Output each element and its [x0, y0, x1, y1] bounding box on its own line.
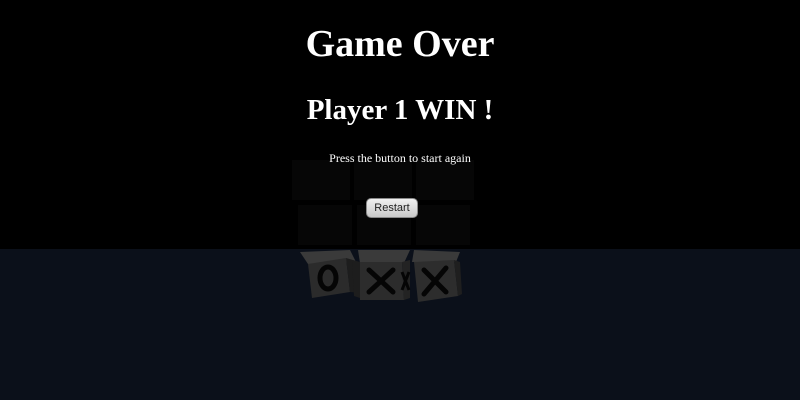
game-stage: Game Over Player 1 WIN ! Press the butto… [0, 0, 800, 400]
game-over-overlay: Game Over Player 1 WIN ! Press the butto… [0, 0, 800, 249]
cube-top-center [358, 250, 410, 263]
cube-front-right [414, 260, 462, 302]
cube-front-center [352, 260, 411, 300]
restart-instruction: Press the button to start again [329, 151, 471, 165]
game-over-title: Game Over [305, 23, 495, 65]
restart-button[interactable]: Restart [366, 198, 418, 218]
winner-message: Player 1 WIN ! [306, 94, 494, 126]
